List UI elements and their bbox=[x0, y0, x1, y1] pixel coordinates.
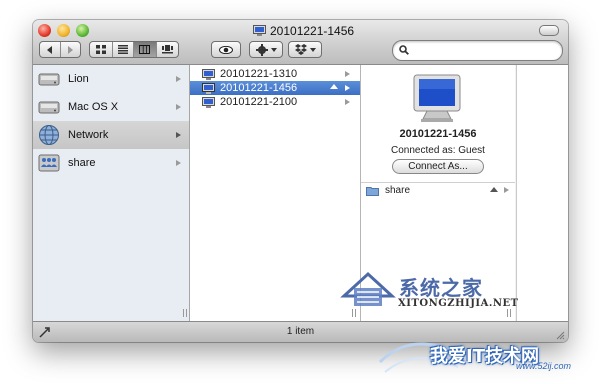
sidebar-item-label: Network bbox=[68, 129, 109, 141]
sidebar-item-label: Lion bbox=[68, 73, 89, 85]
action-menu-button[interactable] bbox=[249, 41, 283, 58]
list-item-label: 20101221-1310 bbox=[220, 68, 298, 80]
sidebar-item-share[interactable]: share bbox=[33, 149, 189, 177]
history-nav-group bbox=[39, 41, 81, 58]
forward-button[interactable] bbox=[59, 42, 80, 57]
eject-icon[interactable] bbox=[330, 84, 338, 89]
icon-view-button[interactable] bbox=[90, 42, 112, 57]
sidebar-item-label: Mac OS X bbox=[68, 101, 119, 113]
list-item[interactable]: 20101221-1310 bbox=[190, 67, 360, 81]
disclosure-arrow-icon bbox=[345, 71, 350, 77]
eject-icon[interactable] bbox=[490, 187, 498, 192]
watermark-secondary-url: www.52ij.com bbox=[516, 361, 572, 371]
monitor-icon bbox=[413, 74, 461, 122]
column-view-icon bbox=[139, 45, 151, 54]
disclosure-arrow-icon bbox=[345, 85, 350, 91]
disclosure-arrow-icon bbox=[345, 99, 350, 105]
list-item[interactable]: 20101221-2100 bbox=[190, 95, 360, 109]
resize-grip-icon[interactable] bbox=[555, 330, 565, 340]
monitor-icon bbox=[202, 96, 215, 108]
cover-flow-view-button[interactable] bbox=[155, 42, 179, 57]
icon-view-icon bbox=[95, 45, 106, 54]
list-item-label: 20101221-1456 bbox=[220, 82, 298, 94]
folder-icon bbox=[366, 187, 379, 196]
search-field[interactable] bbox=[392, 40, 563, 61]
dropbox-menu-button[interactable] bbox=[288, 41, 322, 58]
list-item-selected[interactable]: 20101221-1456 bbox=[190, 81, 360, 95]
minimize-button[interactable] bbox=[57, 24, 70, 37]
sidebar-item-mac-os-x[interactable]: Mac OS X bbox=[33, 93, 189, 121]
view-mode-group bbox=[89, 41, 179, 58]
monitor-icon bbox=[202, 68, 215, 80]
forward-arrow-icon bbox=[68, 45, 74, 54]
quick-look-button[interactable] bbox=[211, 41, 241, 58]
disclosure-arrow-icon bbox=[176, 104, 181, 110]
preview-title: 20101221-1456 bbox=[399, 128, 477, 140]
window-title-text: 20101221-1456 bbox=[270, 23, 355, 38]
disclosure-arrow-icon bbox=[504, 187, 509, 193]
sidebar-item-label: share bbox=[68, 157, 96, 169]
zoom-button[interactable] bbox=[76, 24, 89, 37]
connection-status: Connected as: Guest bbox=[391, 145, 485, 156]
dropbox-icon bbox=[294, 44, 307, 55]
status-text: 1 item bbox=[286, 326, 315, 337]
hard-drive-icon bbox=[38, 101, 60, 114]
sidebar-item-network[interactable]: Network bbox=[33, 121, 189, 149]
disclosure-arrow-icon bbox=[176, 76, 181, 82]
connect-as-button[interactable]: Connect As... bbox=[392, 159, 484, 174]
back-arrow-icon bbox=[46, 45, 52, 54]
network-globe-icon bbox=[39, 125, 59, 145]
cover-flow-icon bbox=[161, 45, 173, 54]
hard-drive-icon bbox=[38, 73, 60, 86]
close-button[interactable] bbox=[38, 24, 51, 37]
sidebar: Lion Mac OS X Network share bbox=[33, 65, 190, 322]
title-bar: 20101221-1456 bbox=[33, 20, 568, 65]
watermark-primary-cn: 系统之家 bbox=[399, 276, 483, 300]
column-view-button[interactable] bbox=[133, 42, 156, 57]
sidebar-item-lion[interactable]: Lion bbox=[33, 65, 189, 93]
list-item-label: 20101221-2100 bbox=[220, 96, 298, 108]
gear-icon bbox=[255, 43, 268, 56]
search-icon bbox=[399, 45, 409, 55]
chevron-down-icon bbox=[270, 47, 277, 52]
status-bar: 1 item bbox=[33, 321, 568, 342]
watermark-primary-en: XITONGZHIJIA.NET bbox=[398, 298, 519, 309]
back-button[interactable] bbox=[40, 42, 60, 57]
eye-icon bbox=[219, 45, 233, 54]
share-item-label: share bbox=[385, 185, 411, 196]
window-title: 20101221-1456 bbox=[253, 23, 354, 38]
share-item[interactable]: share bbox=[361, 182, 515, 198]
monitor-icon bbox=[202, 82, 215, 94]
disclosure-arrow-icon bbox=[176, 160, 181, 166]
chevron-down-icon bbox=[309, 47, 316, 52]
search-input[interactable] bbox=[413, 43, 557, 59]
list-view-button[interactable] bbox=[111, 42, 134, 57]
disclosure-arrow-icon bbox=[176, 132, 181, 138]
column-resize-handle[interactable] bbox=[183, 309, 187, 317]
toolbar-toggle-button[interactable] bbox=[539, 25, 559, 36]
monitor-icon bbox=[253, 25, 266, 36]
network-column: 20101221-1310 20101221-1456 20101221-210… bbox=[190, 65, 361, 322]
list-view-icon bbox=[117, 45, 128, 54]
shared-volume-icon bbox=[38, 154, 60, 172]
